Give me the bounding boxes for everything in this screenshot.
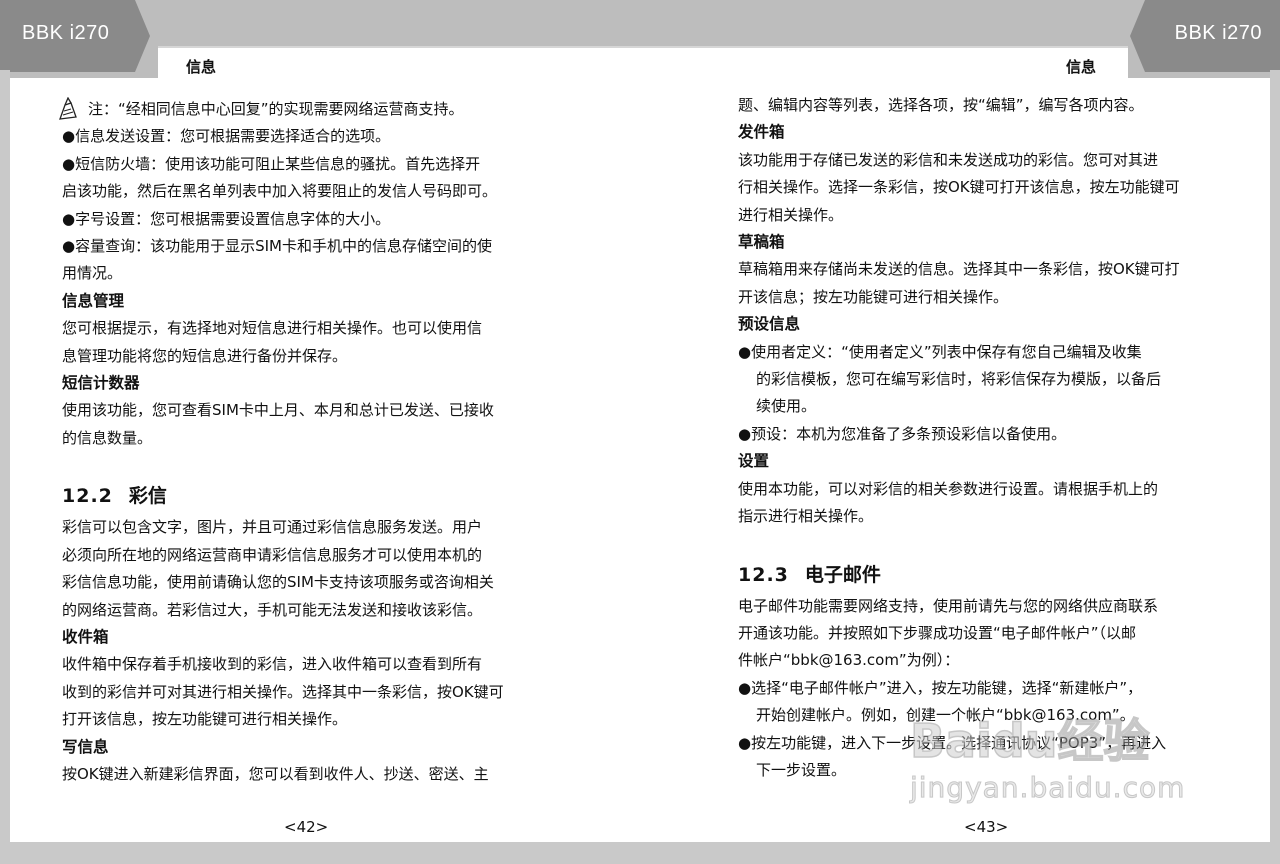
- heading-inbox: 收件箱: [62, 627, 109, 646]
- body-line: 题、编辑内容等列表，选择各项，按“编辑”，编写各项内容。: [738, 96, 1144, 114]
- body-line: 开通该功能。并按照如下步骤成功设置“电子邮件帐户”（以邮: [738, 623, 1137, 642]
- bullet-line: ●预设：本机为您准备了多条预设彩信以备使用。: [738, 424, 1067, 443]
- brand-left: BBK i270: [22, 22, 110, 44]
- watermark-logo: Baidu经验: [909, 713, 1150, 769]
- brand-right: BBK i270: [1174, 22, 1262, 44]
- heading-outbox: 发件箱: [738, 123, 785, 142]
- heading-counter: 短信计数器: [62, 374, 140, 393]
- section-title: 电子邮件: [804, 563, 881, 586]
- body-line: 使用本功能，可以对彩信的相关参数进行设置。请根据手机上的: [738, 479, 1159, 498]
- body-line: 草稿箱用来存储尚未发送的信息。选择其中一条彩信，按OK键可打: [738, 260, 1180, 279]
- body-line: 收到的彩信并可对其进行相关操作。选择其中一条彩信，按OK键可: [62, 682, 504, 701]
- section-number: 12.2: [62, 485, 113, 508]
- section-heading-mms: 12.2 彩信: [62, 480, 557, 512]
- body-line: 行相关操作。选择一条彩信，按OK键可打开该信息，按左功能键可: [738, 178, 1180, 197]
- bullet-line: 启该功能，然后在黑名单列表中加入将要阻止的发信人号码即可。: [62, 182, 498, 201]
- body-line: 进行相关操作。: [738, 205, 844, 224]
- pencil-note-icon: [56, 96, 82, 123]
- body-line: 该功能用于存储已发送的彩信和未发送成功的彩信。您可对其进: [738, 150, 1159, 169]
- footer-band: [0, 842, 1280, 864]
- watermark-url: jingyan.baidu.com: [909, 771, 1186, 805]
- body-line: 您可根据提示，有选择地对短信息进行相关操作。也可以使用信: [62, 319, 483, 338]
- page-number-left: <42>: [284, 818, 329, 836]
- body-line: 开该信息；按左功能键可进行相关操作。: [738, 287, 1009, 306]
- bullet-cont-line: 的彩信模板，您可在编写彩信时，将彩信保存为模版，以备后: [756, 370, 1162, 389]
- body-line: 的网络运营商。若彩信过大，手机可能无法发送和接收该彩信。: [62, 600, 483, 619]
- body-line: 收件箱中保存着手机接收到的彩信，进入收件箱可以查看到所有: [62, 655, 483, 674]
- bullet-line: ●使用者定义：“使用者定义”列表中保存有您自己编辑及收集: [738, 342, 1142, 361]
- body-line: 彩信信息功能，使用前请确认您的SIM卡支持该项服务或咨询相关: [62, 573, 494, 592]
- bullet-line: ●字号设置：您可根据需要设置信息字体的大小。: [62, 209, 391, 228]
- body-line: 件帐户“bbk@163.com”为例）：: [738, 651, 960, 670]
- heading-msg-mgmt: 信息管理: [62, 291, 125, 310]
- section-heading-email: 12.3 电子邮件: [738, 559, 1233, 591]
- body-line: 彩信可以包含文字，图片，并且可通过彩信信息服务发送。用户: [62, 518, 483, 537]
- bullet-line: ●容量查询：该功能用于显示SIM卡和手机中的信息存储空间的使: [62, 237, 492, 256]
- baidu-watermark: Baidu经验 jingyan.baidu.com: [880, 705, 1210, 815]
- bullet-line: ●信息发送设置：您可根据需要选择适合的选项。: [62, 127, 391, 146]
- side-strip-left: [0, 70, 10, 864]
- bullet-line: ●短信防火墙：使用该功能可阻止某些信息的骚扰。首先选择开: [62, 154, 481, 173]
- section-label-left: 信息: [186, 58, 217, 76]
- header-strip: [158, 46, 1128, 80]
- right-page: 题、编辑内容等列表，选择各项，按“编辑”，编写各项内容。 发件箱 该功能用于存储…: [738, 92, 1233, 784]
- body-line: 按OK键进入新建彩信界面，您可以看到收件人、抄送、密送、主: [62, 764, 489, 783]
- note-text: 注：“经相同信息中心回复”的实现需要网络运营商支持。: [88, 100, 464, 118]
- bullet-cont-line: 续使用。: [756, 397, 817, 416]
- side-strip-right: [1270, 70, 1280, 864]
- body-line: 电子邮件功能需要网络支持，使用前请先与您的网络供应商联系: [738, 596, 1159, 615]
- heading-write: 写信息: [62, 737, 109, 756]
- heading-preset: 预设信息: [738, 315, 801, 334]
- body-line: 使用该功能，您可查看SIM卡中上月、本月和总计已发送、已接收: [62, 401, 494, 420]
- section-number: 12.3: [738, 563, 789, 586]
- bullet-line: ●选择“电子邮件帐户”进入，按左功能键，选择“新建帐户”，: [738, 678, 1143, 697]
- page-number-right: <43>: [964, 818, 1009, 836]
- body-line: 的信息数量。: [62, 428, 153, 447]
- note-line: 注：“经相同信息中心回复”的实现需要网络运营商支持。: [59, 96, 557, 123]
- body-line: 必须向所在地的网络运营商申请彩信信息服务才可以使用本机的: [62, 545, 483, 564]
- section-title: 彩信: [128, 485, 167, 508]
- body-line: 息管理功能将您的短信息进行备份并保存。: [62, 346, 348, 365]
- bullet-line: 用情况。: [62, 264, 123, 283]
- section-label-right: 信息: [1066, 58, 1097, 76]
- body-line: 打开该信息，按左功能键可进行相关操作。: [62, 710, 348, 729]
- left-page: 注：“经相同信息中心回复”的实现需要网络运营商支持。 ●信息发送设置：您可根据需…: [59, 96, 557, 788]
- body-line: 指示进行相关操作。: [738, 507, 874, 526]
- heading-settings: 设置: [738, 452, 770, 471]
- heading-drafts: 草稿箱: [738, 233, 785, 252]
